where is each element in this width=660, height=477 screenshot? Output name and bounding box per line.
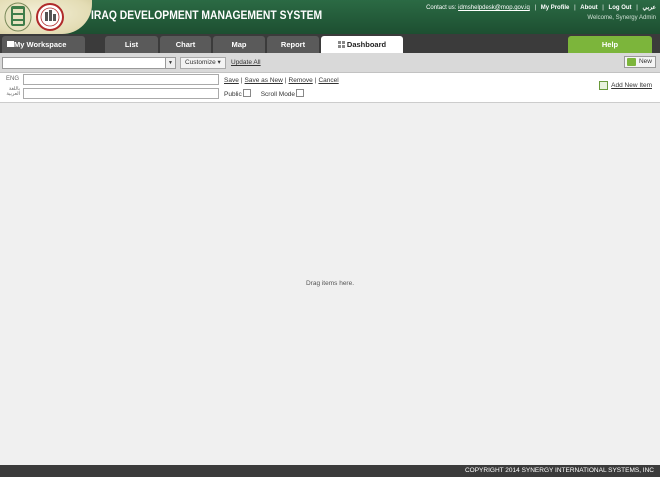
update-all-link[interactable]: Update All <box>231 59 261 66</box>
tab-chart[interactable]: Chart <box>160 36 211 53</box>
scroll-mode-label: Scroll Mode <box>260 91 296 98</box>
name-ar-input[interactable] <box>23 88 219 99</box>
my-profile-link[interactable]: My Profile <box>541 5 570 11</box>
add-new-item-link[interactable]: Add New Item <box>599 81 652 90</box>
app-header: IRAQ DEVELOPMENT MANAGEMENT SYSTEM Conta… <box>0 0 660 34</box>
lang-eng-label: ENG <box>6 76 20 82</box>
public-checkbox[interactable] <box>242 89 251 97</box>
contact-email-link[interactable]: idmshelpdesk@mop.gov.iq <box>458 5 530 11</box>
name-eng-input[interactable] <box>23 74 219 85</box>
edit-options: Public Scroll Mode <box>224 89 314 98</box>
contact-label: Contact us: <box>426 5 457 11</box>
tab-help[interactable]: Help <box>568 36 652 53</box>
dashboard-select[interactable]: ▼ <box>2 57 176 69</box>
dashboard-grid-icon <box>337 41 345 48</box>
new-icon <box>626 58 636 66</box>
tab-report[interactable]: Report <box>267 36 319 53</box>
tab-dashboard[interactable]: Dashboard <box>321 36 403 53</box>
footer: COPYRIGHT 2014 SYNERGY INTERNATIONAL SYS… <box>0 465 660 477</box>
copyright-text: COPYRIGHT 2014 SYNERGY INTERNATIONAL SYS… <box>464 467 654 474</box>
logout-link[interactable]: Log Out <box>609 5 632 11</box>
tab-my-workspace[interactable]: My Workspace <box>2 36 85 53</box>
tab-list[interactable]: List <box>105 36 158 53</box>
cancel-link[interactable]: Cancel <box>318 77 338 84</box>
tab-map[interactable]: Map <box>213 36 265 53</box>
new-button[interactable]: New <box>623 56 656 68</box>
dashboard-canvas[interactable]: Drag items here. <box>0 104 660 465</box>
save-link[interactable]: Save <box>224 77 239 84</box>
dashboard-toolbar: ▼ Customize ▾ Update All New <box>0 53 660 73</box>
main-nav: My Workspace List Chart Map Report Dashb… <box>0 34 660 53</box>
ministry-seal-icon <box>36 3 64 31</box>
logo-area <box>0 0 92 34</box>
caret-down-icon: ▾ <box>217 59 221 66</box>
workspace-icon <box>7 41 14 47</box>
add-item-icon <box>599 81 609 90</box>
public-label: Public <box>224 91 242 98</box>
edit-actions: Save | Save as New | Remove | Cancel <box>224 77 339 84</box>
arabic-language-link[interactable]: عربي <box>642 5 656 11</box>
scroll-mode-checkbox[interactable] <box>296 89 305 97</box>
dashboard-edit-panel: ENG باللغة العربية Save | Save as New | Remo… <box>0 73 660 103</box>
customize-button[interactable]: Customize ▾ <box>180 57 226 69</box>
drag-hint: Drag items here. <box>305 280 355 287</box>
welcome-text: Welcome, Synergy Admin <box>587 15 656 21</box>
about-link[interactable]: About <box>580 5 597 11</box>
lang-ar-label: باللغة العربية <box>6 86 20 97</box>
save-as-new-link[interactable]: Save as New <box>245 77 283 84</box>
top-links: Contact us: idmshelpdesk@mop.gov.iq | My… <box>426 5 656 11</box>
remove-link[interactable]: Remove <box>289 77 313 84</box>
app-title: IRAQ DEVELOPMENT MANAGEMENT SYSTEM <box>91 10 323 22</box>
idms-logo-icon <box>4 2 32 32</box>
chevron-down-icon[interactable]: ▼ <box>165 58 175 68</box>
